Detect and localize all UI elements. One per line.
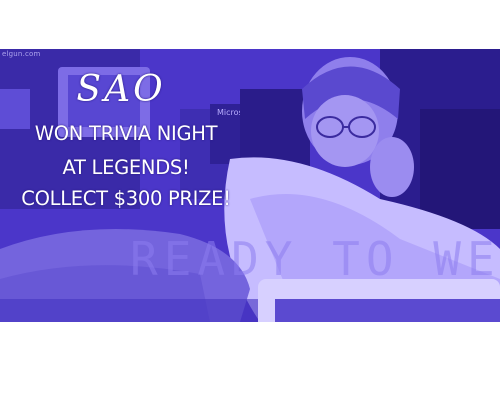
message-line-1: WON TRIVIA NIGHT — [34, 122, 218, 145]
message-line-2: AT LEGENDS! — [62, 156, 190, 179]
watermark: elgun.com — [2, 50, 41, 58]
title: SAO — [76, 69, 166, 110]
screen-text: READY TO WE — [130, 232, 500, 286]
message-line-3: COLLECT $300 PRIZE! — [21, 187, 231, 210]
